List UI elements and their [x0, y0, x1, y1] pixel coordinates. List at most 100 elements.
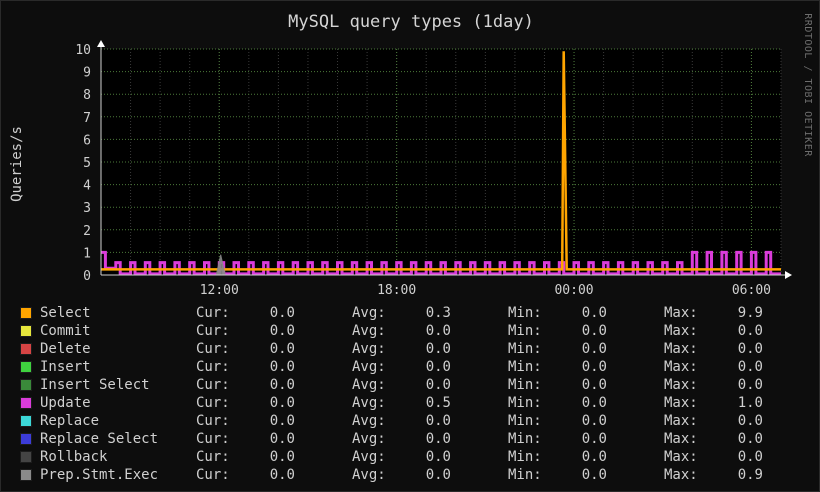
- legend-min-value: 0.0: [581, 449, 607, 465]
- y-tick-label: 3: [83, 201, 91, 216]
- legend-min-label: Min:: [508, 323, 542, 339]
- legend-avg-label: Avg:: [352, 305, 386, 321]
- y-ticks: 0 1 2 3 4 5 6 7 8 9 10: [75, 43, 91, 284]
- legend-swatch: [20, 361, 32, 373]
- legend-min-value: 0.0: [581, 359, 607, 375]
- legend-max-label: Max:: [664, 359, 698, 375]
- legend-swatch: [20, 415, 32, 427]
- legend-swatch: [20, 469, 32, 481]
- legend-avg-label: Avg:: [352, 359, 386, 375]
- y-tick-label: 10: [75, 43, 91, 58]
- legend-series-name: Prep.Stmt.Exec: [40, 467, 159, 483]
- x-tick-label: 00:00: [554, 283, 593, 298]
- legend-series-name: Delete: [40, 341, 91, 357]
- legend-max-label: Max:: [664, 467, 698, 483]
- legend-max-label: Max:: [664, 341, 698, 357]
- legend-series-name: Insert Select: [40, 377, 150, 393]
- legend-min-value: 0.0: [581, 431, 607, 447]
- legend-max-value: 0.0: [737, 449, 763, 465]
- legend-cur-label: Cur:: [196, 323, 230, 339]
- watermark: RRDTOOL / TOBI OETIKER: [802, 13, 813, 157]
- legend-cur-value: 0.0: [269, 467, 295, 483]
- legend-swatch: [20, 433, 32, 445]
- legend-series-name: Insert: [40, 359, 91, 375]
- legend-min-label: Min:: [508, 377, 542, 393]
- x-tick-label: 06:00: [732, 283, 771, 298]
- legend-avg-value: 0.0: [425, 467, 451, 483]
- legend-cur-label: Cur:: [196, 377, 230, 393]
- y-tick-label: 1: [83, 246, 91, 261]
- legend-avg-value: 0.0: [425, 341, 451, 357]
- legend-series-name: Rollback: [40, 449, 108, 465]
- legend-cur-label: Cur:: [196, 395, 230, 411]
- legend-swatch: [20, 397, 32, 409]
- legend-cur-value: 0.0: [269, 431, 295, 447]
- legend-cur-label: Cur:: [196, 431, 230, 447]
- legend-series-name: Update: [40, 395, 91, 411]
- y-axis-label: Queries/s: [9, 126, 25, 202]
- legend-series-name: Replace Select: [40, 431, 159, 447]
- legend-cur-label: Cur:: [196, 359, 230, 375]
- legend-avg-value: 0.0: [425, 377, 451, 393]
- legend-avg-value: 0.3: [425, 305, 451, 321]
- legend-max-value: 1.0: [737, 395, 763, 411]
- legend-min-label: Min:: [508, 449, 542, 465]
- legend-min-value: 0.0: [581, 305, 607, 321]
- legend-min-value: 0.0: [581, 467, 607, 483]
- legend-max-label: Max:: [664, 413, 698, 429]
- legend-min-label: Min:: [508, 431, 542, 447]
- legend-max-value: 0.0: [737, 341, 763, 357]
- legend-avg-value: 0.0: [425, 323, 451, 339]
- y-tick-label: 5: [83, 156, 91, 171]
- legend-cur-value: 0.0: [269, 341, 295, 357]
- legend-max-label: Max:: [664, 431, 698, 447]
- legend-avg-label: Avg:: [352, 449, 386, 465]
- legend-max-label: Max:: [664, 395, 698, 411]
- legend-min-value: 0.0: [581, 377, 607, 393]
- legend-cur-value: 0.0: [269, 395, 295, 411]
- legend-swatch: [20, 451, 32, 463]
- legend-series-name: Commit: [40, 323, 91, 339]
- legend-avg-label: Avg:: [352, 323, 386, 339]
- legend-swatch: [20, 343, 32, 355]
- legend-max-label: Max:: [664, 323, 698, 339]
- y-tick-label: 9: [83, 66, 91, 81]
- legend-cur-label: Cur:: [196, 341, 230, 357]
- legend-avg-label: Avg:: [352, 467, 386, 483]
- legend-avg-value: 0.0: [425, 431, 451, 447]
- legend-avg-label: Avg:: [352, 341, 386, 357]
- legend-max-label: Max:: [664, 305, 698, 321]
- legend-cur-value: 0.0: [269, 377, 295, 393]
- y-tick-label: 0: [83, 269, 91, 284]
- legend-swatch: [20, 307, 32, 319]
- y-tick-label: 7: [83, 111, 91, 126]
- legend-min-label: Min:: [508, 305, 542, 321]
- legend-min-label: Min:: [508, 413, 542, 429]
- legend-swatch: [20, 325, 32, 337]
- legend-avg-label: Avg:: [352, 413, 386, 429]
- legend-cur-label: Cur:: [196, 449, 230, 465]
- legend-max-value: 0.0: [737, 323, 763, 339]
- legend-series-name: Select: [40, 305, 91, 321]
- legend-cur-value: 0.0: [269, 359, 295, 375]
- chart-canvas: MySQL query types (1day) Queries/s RRDTO…: [9, 12, 813, 298]
- legend-cur-label: Cur:: [196, 467, 230, 483]
- legend-min-value: 0.0: [581, 341, 607, 357]
- legend-min-value: 0.0: [581, 323, 607, 339]
- legend-max-label: Max:: [664, 449, 698, 465]
- legend-avg-value: 0.0: [425, 413, 451, 429]
- y-tick-label: 6: [83, 133, 91, 148]
- legend-cur-value: 0.0: [269, 305, 295, 321]
- chart-title: MySQL query types (1day): [288, 12, 534, 32]
- legend-max-value: 0.0: [737, 413, 763, 429]
- legend-min-label: Min:: [508, 467, 542, 483]
- legend-max-value: 0.0: [737, 377, 763, 393]
- legend-max-label: Max:: [664, 377, 698, 393]
- x-axis-arrow: [785, 271, 792, 279]
- legend-swatch: [20, 379, 32, 391]
- legend-max-value: 9.9: [737, 305, 763, 321]
- legend-cur-value: 0.0: [269, 449, 295, 465]
- legend-avg-label: Avg:: [352, 377, 386, 393]
- legend-avg-value: 0.0: [425, 449, 451, 465]
- legend-avg-value: 0.5: [425, 395, 451, 411]
